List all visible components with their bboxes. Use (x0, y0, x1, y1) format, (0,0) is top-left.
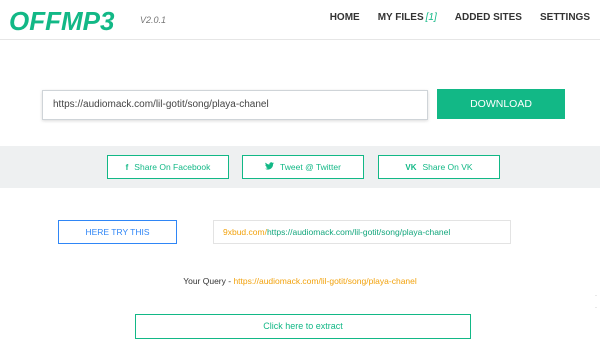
share-facebook-button[interactable]: f Share On Facebook (107, 155, 229, 179)
your-query-line: Your Query - https://audiomack.com/lil-g… (0, 276, 600, 286)
tweet-twitter-label: Tweet @ Twitter (280, 162, 341, 172)
scroll-indicator-dots: · · (595, 293, 597, 311)
svg-text:OFFMP3: OFFMP3 (9, 6, 115, 35)
query-label: Your Query - (183, 276, 234, 286)
extract-button[interactable]: Click here to extract (135, 314, 471, 339)
share-facebook-label: Share On Facebook (134, 162, 211, 172)
share-vk-label: Share On VK (422, 162, 473, 172)
download-button[interactable]: DOWNLOAD (437, 89, 565, 119)
offmp3-logo[interactable]: OFFMP3 (8, 5, 134, 35)
nav-home[interactable]: HOME (330, 12, 360, 23)
nav-added-sites-label: ADDED SITES (454, 12, 522, 23)
my-files-count: [1] (425, 12, 437, 23)
twitter-icon (265, 162, 275, 172)
main-nav: HOME MY FILES [1] ADDED SITES SETTINGS (312, 12, 590, 23)
facebook-icon: f (125, 162, 129, 172)
tweet-twitter-button[interactable]: Tweet @ Twitter (242, 155, 364, 179)
nav-my-files[interactable]: MY FILES [1] (378, 12, 437, 23)
version-label: V2.0.1 (140, 15, 167, 25)
nav-added-sites[interactable]: ADDED SITES (455, 12, 522, 23)
share-vk-button[interactable]: VK Share On VK (378, 155, 500, 179)
url-input[interactable]: https://audiomack.com/lil-gotit/song/pla… (42, 90, 428, 120)
try-url-field[interactable]: 9xbud.com/https://audiomack.com/lil-goti… (213, 220, 511, 244)
vk-icon: VK (405, 162, 417, 172)
query-link[interactable]: https://audiomack.com/lil-gotit/song/pla… (233, 276, 416, 286)
here-try-this-button[interactable]: HERE TRY THIS (58, 220, 177, 244)
try-url-rest: https://audiomack.com/lil-gotit/song/pla… (266, 227, 451, 237)
nav-settings[interactable]: SETTINGS (540, 12, 590, 23)
nav-settings-label: SETTINGS (539, 12, 590, 23)
site-header: OFFMP3 V2.0.1 HOME MY FILES [1] ADDED SIT… (0, 0, 600, 40)
try-url-prefix: 9xbud.com/ (223, 227, 267, 237)
nav-my-files-label: MY FILES (377, 12, 424, 23)
share-band: f Share On Facebook Tweet @ Twitter VK S… (0, 146, 600, 188)
nav-home-label: HOME (329, 12, 360, 23)
